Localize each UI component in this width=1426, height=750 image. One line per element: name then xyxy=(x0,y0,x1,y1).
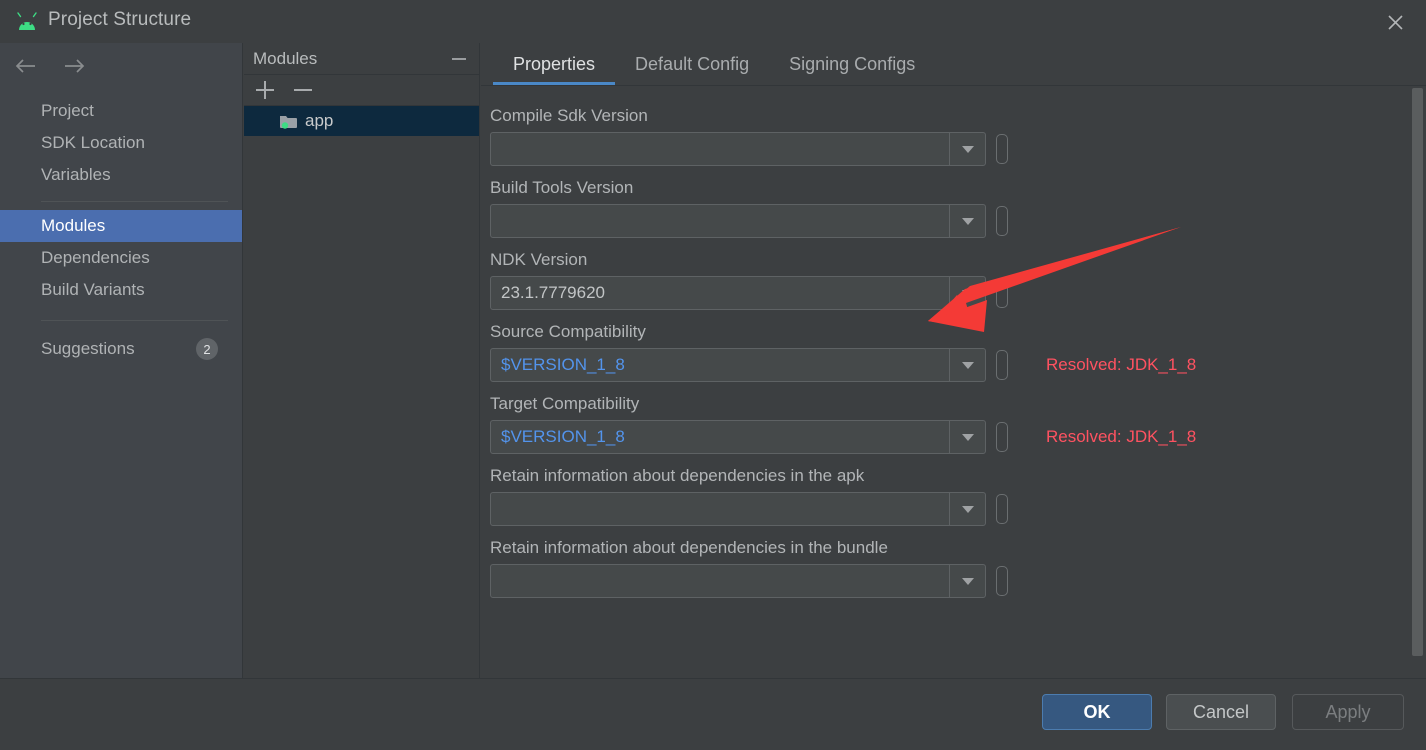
ndk-version-combobox[interactable]: 23.1.7779620 xyxy=(490,276,986,310)
sidebar-item-build-variants[interactable]: Build Variants xyxy=(0,274,242,306)
module-name-label: app xyxy=(305,110,334,130)
field-build-tools-version: Build Tools Version xyxy=(481,178,1426,238)
tab-label: Signing Configs xyxy=(789,54,916,74)
field-label: NDK Version xyxy=(490,250,588,269)
sidebar-divider xyxy=(41,201,228,202)
sidebar-item-suggestions[interactable]: Suggestions 2 xyxy=(0,333,242,365)
resolved-value-label: Resolved: JDK_1_8 xyxy=(1046,427,1197,446)
ok-button[interactable]: OK xyxy=(1042,694,1152,730)
field-retain-dependencies-apk: Retain information about dependencies in… xyxy=(481,466,1426,526)
tab-label: Default Config xyxy=(635,54,750,74)
field-source-compatibility: Source Compatibility $VERSION_1_8 Resolv… xyxy=(481,322,1426,382)
chevron-down-icon[interactable] xyxy=(949,493,985,525)
chevron-down-icon[interactable] xyxy=(949,565,985,597)
combo-value: $VERSION_1_8 xyxy=(501,427,625,446)
field-label: Compile Sdk Version xyxy=(490,106,648,125)
navigation-arrows xyxy=(10,52,90,80)
tab-signing-configs[interactable]: Signing Configs xyxy=(769,43,935,86)
content-panel: Properties Default Config Signing Config… xyxy=(481,43,1426,678)
modules-toolbar xyxy=(244,75,479,106)
content-scrollbar[interactable] xyxy=(1410,87,1423,677)
resolved-value-label: Resolved: JDK_1_8 xyxy=(1046,355,1197,374)
title-bar: Project Structure xyxy=(0,0,1426,43)
sidebar-item-label: SDK Location xyxy=(41,133,145,152)
tab-bar: Properties Default Config Signing Config… xyxy=(481,43,1426,86)
variable-picker-button[interactable] xyxy=(996,278,1008,308)
apply-button[interactable]: Apply xyxy=(1292,694,1404,730)
modules-panel-title: Modules xyxy=(253,48,318,68)
variable-picker-button[interactable] xyxy=(996,494,1008,524)
chevron-down-icon[interactable] xyxy=(949,421,985,453)
combo-value: 23.1.7779620 xyxy=(501,283,605,302)
dialog-button-bar: OK Cancel Apply xyxy=(0,678,1426,750)
arrow-left-icon[interactable] xyxy=(10,52,42,80)
plus-icon[interactable] xyxy=(256,81,274,99)
sidebar-item-label: Variables xyxy=(41,165,111,184)
sidebar-item-sdk-location[interactable]: SDK Location xyxy=(0,127,242,159)
target-compatibility-combobox[interactable]: $VERSION_1_8 xyxy=(490,420,986,454)
chevron-down-icon[interactable] xyxy=(949,205,985,237)
field-ndk-version: NDK Version 23.1.7779620 xyxy=(481,250,1426,310)
sidebar-item-dependencies[interactable]: Dependencies xyxy=(0,242,242,274)
variable-picker-button[interactable] xyxy=(996,566,1008,596)
cancel-button-label: Cancel xyxy=(1192,701,1250,722)
window-title: Project Structure xyxy=(48,9,192,30)
retain-dependencies-bundle-combobox[interactable] xyxy=(490,564,986,598)
properties-form: Compile Sdk Version Build Tools Version xyxy=(481,86,1426,678)
variable-picker-button[interactable] xyxy=(996,134,1008,164)
sidebar-item-modules[interactable]: Modules xyxy=(0,210,242,242)
field-retain-dependencies-bundle: Retain information about dependencies in… xyxy=(481,538,1426,598)
sidebar-item-label: Suggestions xyxy=(41,339,135,358)
cancel-button[interactable]: Cancel xyxy=(1166,694,1276,730)
combo-value: $VERSION_1_8 xyxy=(501,355,625,374)
variable-picker-button[interactable] xyxy=(996,206,1008,236)
field-label: Retain information about dependencies in… xyxy=(490,538,888,557)
sidebar-item-variables[interactable]: Variables xyxy=(0,159,242,191)
variable-picker-button[interactable] xyxy=(996,422,1008,452)
close-icon[interactable] xyxy=(1372,4,1418,40)
compile-sdk-version-combobox[interactable] xyxy=(490,132,986,166)
tab-label: Properties xyxy=(513,54,596,74)
sidebar: Project SDK Location Variables Modules D… xyxy=(0,43,243,678)
project-structure-dialog: Project Structure Project SDK Location V… xyxy=(0,0,1426,750)
sidebar-nav-list: Project SDK Location Variables Modules D… xyxy=(0,95,242,365)
field-label: Retain information about dependencies in… xyxy=(490,466,865,485)
module-list-item-app[interactable]: app xyxy=(244,106,479,136)
module-folder-icon xyxy=(280,114,298,129)
sidebar-item-label: Build Variants xyxy=(41,280,145,299)
suggestions-count-badge: 2 xyxy=(196,338,218,360)
field-label: Source Compatibility xyxy=(490,322,646,341)
chevron-down-icon[interactable] xyxy=(949,277,985,309)
ok-button-label: OK xyxy=(1083,701,1111,722)
tab-properties[interactable]: Properties xyxy=(493,43,616,86)
chevron-down-icon[interactable] xyxy=(949,349,985,381)
field-compile-sdk-version: Compile Sdk Version xyxy=(481,106,1426,166)
build-tools-version-combobox[interactable] xyxy=(490,204,986,238)
source-compatibility-combobox[interactable]: $VERSION_1_8 xyxy=(490,348,986,382)
field-target-compatibility: Target Compatibility $VERSION_1_8 Resolv… xyxy=(481,394,1426,454)
arrow-right-icon[interactable] xyxy=(58,52,90,80)
scrollbar-thumb[interactable] xyxy=(1412,88,1423,656)
sidebar-item-label: Project xyxy=(41,101,94,120)
sidebar-divider xyxy=(41,320,228,321)
tab-default-config[interactable]: Default Config xyxy=(615,43,769,86)
chevron-down-icon[interactable] xyxy=(949,133,985,165)
collapse-icon[interactable] xyxy=(449,51,469,67)
minus-icon[interactable] xyxy=(294,81,312,99)
field-label: Target Compatibility xyxy=(490,394,640,413)
field-label: Build Tools Version xyxy=(490,178,634,197)
apply-button-label: Apply xyxy=(1325,701,1371,722)
modules-panel: Modules app xyxy=(244,43,480,678)
retain-dependencies-apk-combobox[interactable] xyxy=(490,492,986,526)
android-logo-icon xyxy=(14,12,40,31)
variable-picker-button[interactable] xyxy=(996,350,1008,380)
modules-panel-header: Modules xyxy=(244,43,479,75)
sidebar-item-label: Dependencies xyxy=(41,248,150,267)
sidebar-item-project[interactable]: Project xyxy=(0,95,242,127)
sidebar-item-label: Modules xyxy=(41,216,106,235)
